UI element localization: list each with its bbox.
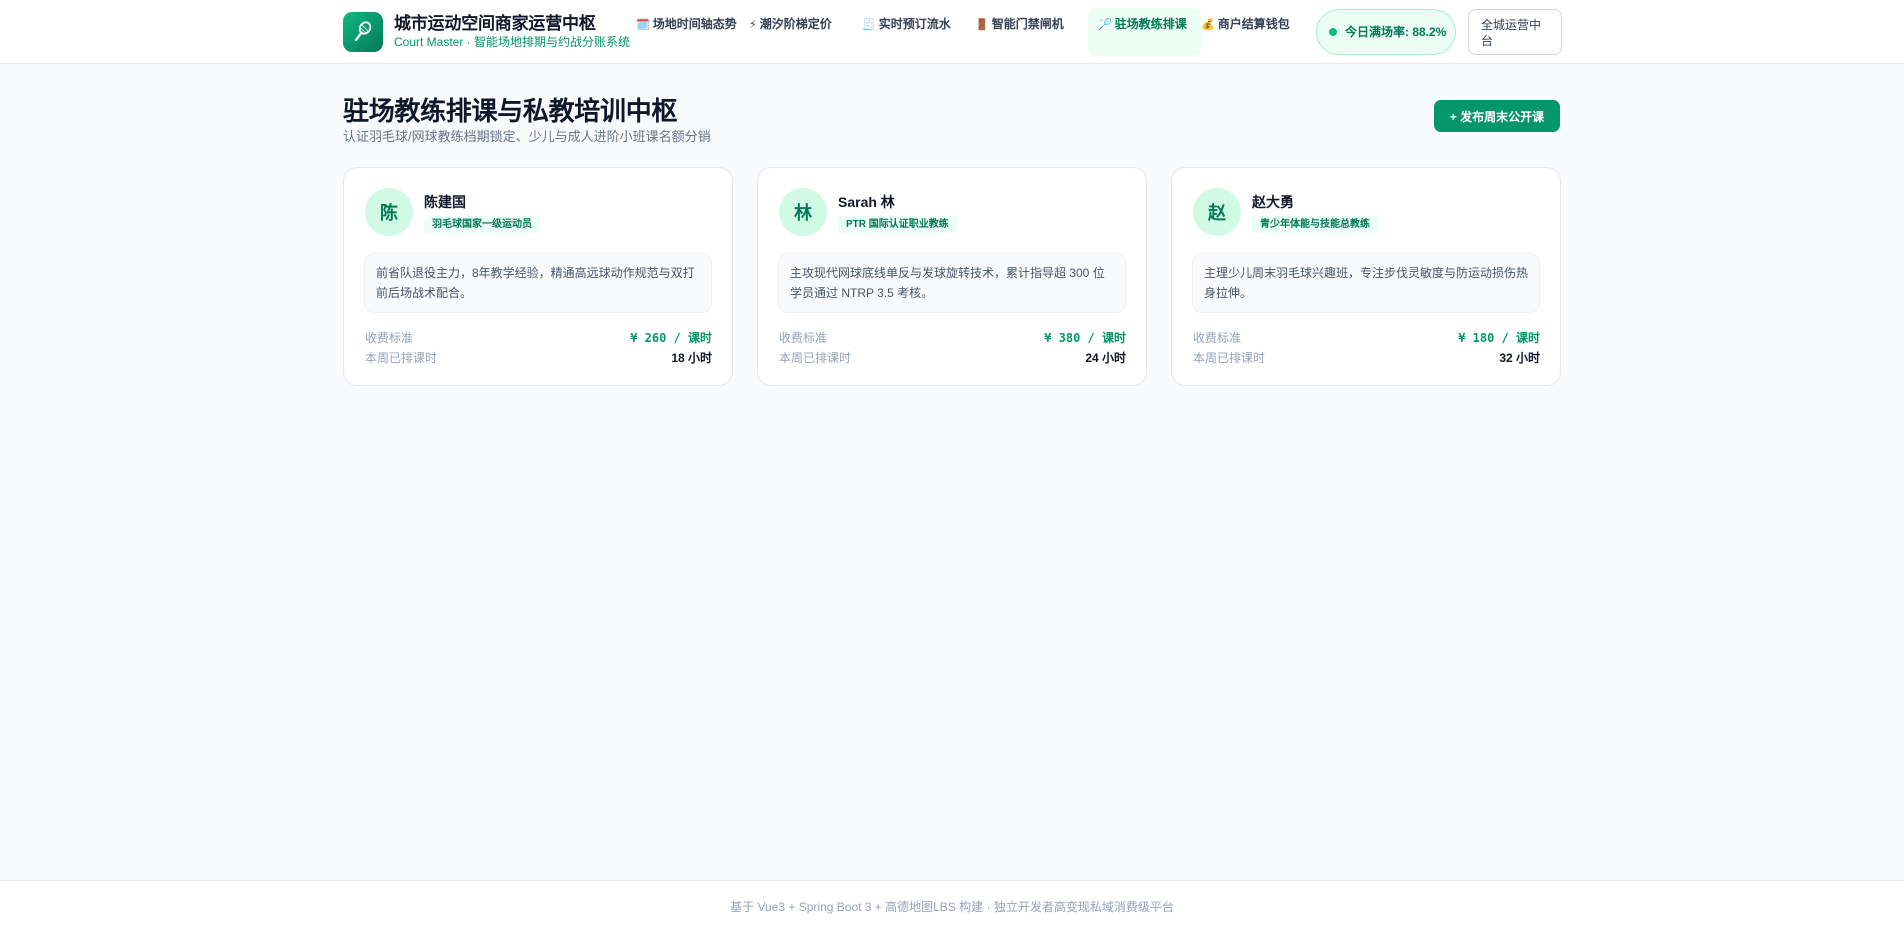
money-bag-icon: 💰: [1201, 19, 1215, 31]
weekly-hours-label: 本周已排课时: [1193, 351, 1266, 365]
nav-item-label: 潮汐阶梯定价: [759, 17, 832, 31]
page-title: 驻场教练排课与私教培训中枢: [343, 96, 678, 126]
status-dot-icon: [1329, 28, 1337, 36]
page-subtitle: 认证羽毛球/网球教练档期锁定、少儿与成人进阶小班课名额分销: [343, 129, 711, 144]
nav-item-label: 商户结算钱包: [1217, 17, 1290, 31]
nav-item-label: 驻场教练排课: [1114, 17, 1187, 31]
nav-item-coach-scheduling[interactable]: 🏸 驻场教练排课: [1088, 8, 1201, 56]
page-footer: 基于 Vue3 + Spring Boot 3 + 高德地图LBS 构建 · 独…: [0, 880, 1904, 929]
nav-item-label: 智能门禁闸机: [991, 17, 1064, 31]
fee-label: 收费标准: [1193, 331, 1242, 345]
avatar: 陈: [365, 188, 413, 236]
fee-value: ¥ 260 / 课时: [630, 331, 712, 345]
nav-item-tiered-pricing[interactable]: ⚡ 潮汐阶梯定价: [749, 8, 862, 56]
badminton-racket-icon[interactable]: [343, 12, 383, 52]
coach-name: Sarah 林: [838, 194, 895, 210]
top-navigation-bar: 城市运动空间商家运营中枢 Court Master · 智能场地排期与约战分账系…: [0, 0, 1904, 64]
fill-rate-text: 今日满场率: 88.2%: [1345, 24, 1447, 39]
avatar: 林: [779, 188, 827, 236]
main-nav: 🗓️ 场地时间轴态势 ⚡ 潮汐阶梯定价 🧾 实时预订流水 🚪 智能门禁闸机 🏸 驻场教练排…: [636, 8, 1314, 56]
receipt-icon: 🧾: [862, 19, 876, 31]
fee-value: ¥ 380 / 课时: [1044, 331, 1126, 345]
weekly-hours-value: 18 小时: [671, 351, 712, 365]
coach-certification-badge: 青少年体能与技能总教练: [1252, 216, 1378, 233]
app-subtitle-highlight: 智能场地排期与约战分账系统: [474, 35, 631, 49]
nav-item-access-gate[interactable]: 🚪 智能门禁闸机: [975, 8, 1088, 56]
coach-certification-badge: PTR 国际认证职业教练: [838, 216, 957, 233]
coach-card[interactable]: 陈 陈建国 羽毛球国家一级运动员 前省队退役主力，8年教学经验，精通高远球动作规…: [343, 167, 733, 386]
app-subtitle-prefix: Court Master ·: [394, 35, 475, 49]
coach-name: 陈建国: [424, 194, 466, 210]
top-navigation-inner: 城市运动空间商家运营中枢 Court Master · 智能场地排期与约战分账系…: [343, 0, 1562, 64]
city-ops-center-button[interactable]: 全城运营中台: [1468, 9, 1562, 55]
brand-block: 城市运动空间商家运营中枢 Court Master · 智能场地排期与约战分账系…: [394, 14, 634, 50]
weekly-hours-label: 本周已排课时: [365, 351, 438, 365]
app-title: 城市运动空间商家运营中枢: [394, 14, 596, 33]
weekly-hours-value: 24 小时: [1085, 351, 1126, 365]
nav-item-label: 实时预订流水: [878, 17, 951, 31]
nav-item-merchant-wallet[interactable]: 💰 商户结算钱包: [1201, 8, 1314, 56]
nav-item-label: 场地时间轴态势: [652, 17, 737, 31]
nav-item-booking-flow[interactable]: 🧾 实时预订流水: [862, 8, 975, 56]
fee-label: 收费标准: [779, 331, 828, 345]
app-subtitle: Court Master · 智能场地排期与约战分账系统: [394, 35, 634, 50]
coach-card[interactable]: 赵 赵大勇 青少年体能与技能总教练 主理少儿周末羽毛球兴趣班，专注步伐灵敏度与防…: [1171, 167, 1561, 386]
fee-value: ¥ 180 / 课时: [1458, 331, 1540, 345]
weekly-hours-value: 32 小时: [1499, 351, 1540, 365]
coach-card[interactable]: 林 Sarah 林 PTR 国际认证职业教练 主攻现代网球底线单反与发球旋转技术…: [757, 167, 1147, 386]
publish-weekend-class-button[interactable]: + 发布周末公开课: [1434, 100, 1560, 132]
coach-certification-badge: 羽毛球国家一级运动员: [424, 216, 540, 233]
fill-rate-badge: 今日满场率: 88.2%: [1316, 9, 1456, 55]
fee-label: 收费标准: [365, 331, 414, 345]
racket-glyph: [354, 21, 372, 42]
weekly-hours-label: 本周已排课时: [779, 351, 852, 365]
coach-description: 主理少儿周末羽毛球兴趣班，专注步伐灵敏度与防运动损伤热身拉伸。: [1192, 253, 1540, 313]
footer-text: 基于 Vue3 + Spring Boot 3 + 高德地图LBS 构建 · 独…: [730, 900, 1174, 914]
lightning-icon: ⚡: [749, 19, 757, 31]
door-icon: 🚪: [975, 19, 989, 31]
badminton-icon: 🏸: [1098, 19, 1112, 31]
nav-item-court-timeline[interactable]: 🗓️ 场地时间轴态势: [636, 8, 749, 56]
coach-description: 前省队退役主力，8年教学经验，精通高远球动作规范与双打前后场战术配合。: [364, 253, 712, 313]
coach-description: 主攻现代网球底线单反与发球旋转技术，累计指导超 300 位学员通过 NTRP 3…: [778, 253, 1126, 313]
calendar-icon: 🗓️: [636, 19, 650, 31]
avatar: 赵: [1193, 188, 1241, 236]
coach-name: 赵大勇: [1252, 194, 1294, 210]
